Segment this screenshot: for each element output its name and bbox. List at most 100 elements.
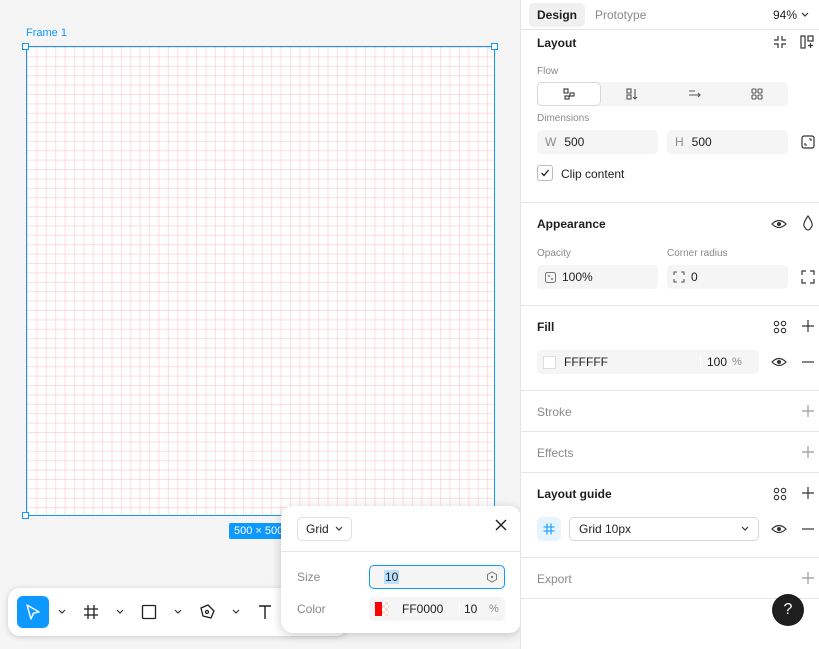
- text-t-icon: [259, 605, 271, 619]
- guide-styles-icon[interactable]: [772, 486, 788, 502]
- collapse-arrows-icon[interactable]: [772, 34, 788, 50]
- opacity-label: Opacity: [537, 248, 571, 259]
- grid-guide-settings-button[interactable]: [537, 517, 561, 541]
- corner-radius-icon: [673, 271, 685, 283]
- width-field[interactable]: W 500: [537, 130, 658, 154]
- grid-size-input[interactable]: 10: [369, 565, 505, 589]
- auto-layout-icon[interactable]: [799, 34, 815, 50]
- fill-color-field[interactable]: FFFFFF 100 %: [537, 350, 759, 374]
- vertical-layout-icon: [626, 88, 638, 100]
- layout-section: Layout Flow Dimensions W 500 H 500 Clip …: [521, 30, 819, 203]
- zoom-control[interactable]: 94%: [773, 8, 809, 22]
- layout-title: Layout: [537, 36, 577, 50]
- clip-content-label[interactable]: Clip content: [561, 167, 624, 181]
- frame-size-badge: 500 × 500: [229, 523, 289, 539]
- eye-icon[interactable]: [771, 216, 787, 232]
- frame-1[interactable]: [26, 46, 495, 516]
- grid-type-select[interactable]: Grid: [297, 517, 352, 541]
- height-value[interactable]: 500: [692, 135, 712, 149]
- dimensions-label: Dimensions: [537, 113, 590, 124]
- zoom-level: 94%: [772, 8, 797, 22]
- rectangle-tool-button[interactable]: [133, 596, 165, 628]
- grid-layout-icon: [751, 88, 763, 100]
- effects-title: Effects: [537, 446, 574, 460]
- move-tool-dropdown[interactable]: [52, 596, 72, 628]
- remove-guide-minus-icon[interactable]: [800, 521, 816, 537]
- add-fill-plus-icon[interactable]: [800, 318, 816, 334]
- frame-tool-dropdown[interactable]: [110, 596, 130, 628]
- frame-hash-icon: [84, 605, 98, 619]
- flow-freeform-option[interactable]: [537, 82, 602, 106]
- remove-fill-minus-icon[interactable]: [800, 354, 816, 370]
- canvas[interactable]: Frame 1 500 × 500 Grid Size 10 Color FF0…: [0, 0, 521, 649]
- fill-opacity[interactable]: 100: [700, 355, 732, 369]
- independent-corners-icon[interactable]: [800, 269, 816, 285]
- corner-radius-field[interactable]: 0: [667, 265, 788, 289]
- resize-handle-top-left[interactable]: [22, 43, 29, 50]
- pen-tool-dropdown[interactable]: [226, 596, 246, 628]
- frame-tool-button[interactable]: [75, 596, 107, 628]
- grid-color-hex[interactable]: FF0000: [402, 602, 452, 616]
- layout-guide-title: Layout guide: [537, 487, 612, 501]
- close-icon[interactable]: [493, 517, 509, 533]
- cursor-arrow-icon: [26, 604, 40, 620]
- clip-content-checkbox[interactable]: [537, 165, 553, 181]
- chevron-down-icon: [232, 609, 240, 614]
- chevron-down-icon: [174, 609, 182, 614]
- freeform-layout-icon: [563, 88, 575, 100]
- grid-color-swatch[interactable]: [375, 602, 389, 616]
- width-value[interactable]: 500: [564, 135, 584, 149]
- blend-mode-drop-icon[interactable]: [800, 215, 816, 231]
- chevron-down-icon: [58, 609, 66, 614]
- resize-to-fit-icon[interactable]: [800, 134, 816, 150]
- export-section: Export: [521, 558, 819, 599]
- percent-sign: %: [489, 603, 499, 615]
- grid-icon: [543, 523, 555, 535]
- resize-handle-top-right[interactable]: [491, 43, 498, 50]
- add-stroke-plus-icon[interactable]: [800, 403, 816, 419]
- help-button[interactable]: ?: [772, 594, 804, 626]
- flow-horizontal-option[interactable]: [664, 82, 726, 106]
- pen-nib-icon: [200, 604, 215, 619]
- text-tool-button[interactable]: [249, 596, 281, 628]
- opacity-value[interactable]: 100%: [562, 270, 593, 284]
- height-field[interactable]: H 500: [667, 130, 788, 154]
- fill-percent: %: [732, 356, 742, 368]
- pen-tool-button[interactable]: [191, 596, 223, 628]
- grid-size-value[interactable]: 10: [384, 570, 400, 584]
- size-label: Size: [297, 570, 321, 584]
- add-export-plus-icon[interactable]: [800, 570, 816, 586]
- tab-design[interactable]: Design: [529, 3, 586, 27]
- corner-radius-value[interactable]: 0: [691, 270, 698, 284]
- resize-handle-bottom-left[interactable]: [22, 512, 29, 519]
- add-guide-plus-icon[interactable]: [800, 485, 816, 501]
- rectangle-tool-dropdown[interactable]: [168, 596, 188, 628]
- corner-radius-label: Corner radius: [667, 248, 728, 259]
- fill-visibility-eye-icon[interactable]: [771, 354, 787, 370]
- add-effect-plus-icon[interactable]: [800, 444, 816, 460]
- opacity-field[interactable]: 100%: [537, 265, 658, 289]
- layout-guide-select[interactable]: Grid 10px: [569, 517, 759, 541]
- grid-color-opacity[interactable]: 10: [459, 602, 489, 616]
- export-title: Export: [537, 572, 572, 586]
- chevron-down-icon: [741, 526, 749, 531]
- flow-grid-option[interactable]: [726, 82, 788, 106]
- flow-label: Flow: [537, 66, 559, 77]
- height-prefix: H: [675, 135, 684, 149]
- fill-hex[interactable]: FFFFFF: [564, 355, 664, 369]
- opacity-icon: [545, 271, 556, 283]
- grid-color-input[interactable]: FF0000 10 %: [369, 597, 505, 621]
- tab-prototype[interactable]: Prototype: [587, 3, 654, 27]
- styles-grid-icon[interactable]: [772, 319, 788, 335]
- grid-type-label: Grid: [306, 522, 329, 536]
- layout-grid-popup: Grid Size 10 Color FF0000 10 %: [281, 506, 520, 633]
- chevron-down-icon: [801, 12, 809, 17]
- flow-vertical-option[interactable]: [601, 82, 663, 106]
- guide-visibility-eye-icon[interactable]: [771, 521, 787, 537]
- color-label: Color: [297, 602, 326, 616]
- variable-icon[interactable]: [486, 571, 498, 583]
- fill-swatch[interactable]: [543, 355, 556, 369]
- layout-guide-section: Layout guide Grid 10px: [521, 473, 819, 558]
- frame-name-label[interactable]: Frame 1: [26, 27, 67, 39]
- move-tool-button[interactable]: [17, 596, 49, 628]
